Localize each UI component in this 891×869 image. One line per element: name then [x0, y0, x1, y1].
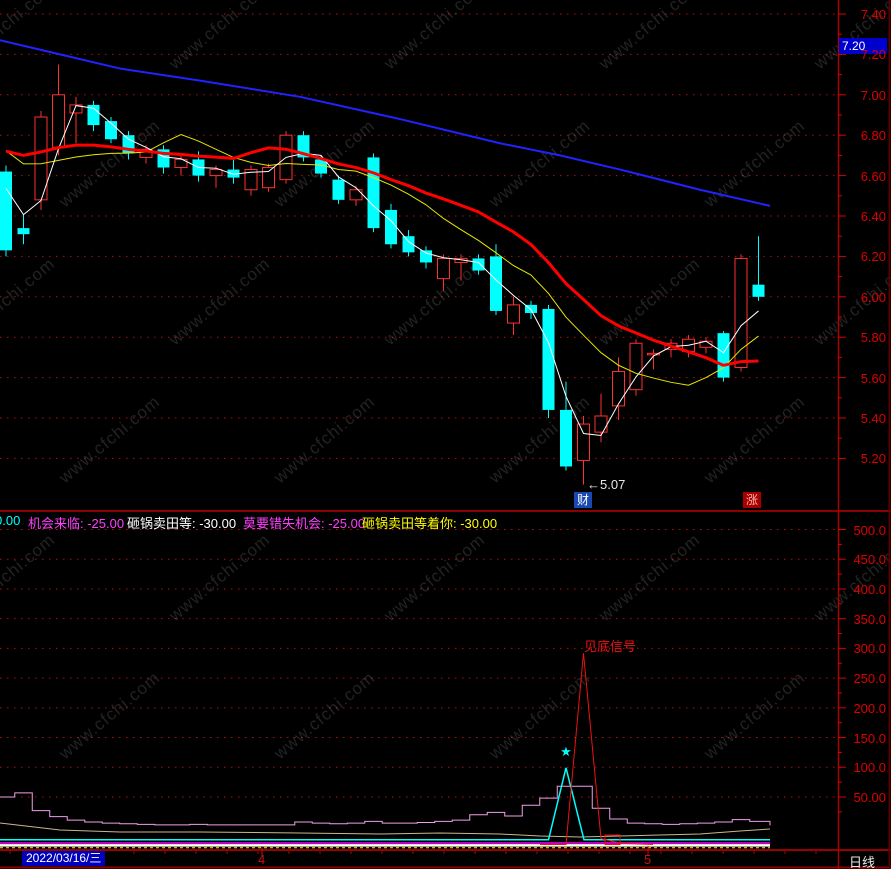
- price-axis-label: 7.40: [860, 7, 886, 22]
- candle-body-up: [437, 257, 450, 280]
- period-selector[interactable]: 日线: [849, 852, 875, 869]
- candle-body-up: [577, 423, 590, 461]
- candle-body-up: [349, 189, 363, 201]
- price-axis-label: 6.80: [860, 128, 886, 144]
- candle-body-up: [734, 257, 748, 369]
- low-price-annotation: ←5.07: [587, 477, 626, 492]
- corner-badge-cai[interactable]: 财: [574, 492, 592, 508]
- indicator-axis-label: 500.0: [853, 522, 886, 538]
- candle-body-down: [752, 284, 765, 297]
- price-axis-label: 7.00: [860, 87, 886, 103]
- candle-body-down: [472, 258, 485, 271]
- candle-body-down: [385, 209, 397, 245]
- candle-body-down: [367, 157, 380, 229]
- indicator-axis-label: 150.0: [853, 730, 886, 746]
- month-axis-label: 5: [644, 852, 652, 867]
- star-marker: ★: [560, 744, 572, 759]
- candle-body-down: [332, 179, 345, 200]
- candle-body-down: [560, 409, 572, 467]
- price-axis-label: 5.20: [860, 451, 886, 467]
- indicator-param-label: 砸锅卖田等着你: -30.00: [362, 516, 498, 531]
- candle-body-down: [105, 121, 117, 140]
- corner-badge-zhang[interactable]: 涨: [743, 492, 761, 508]
- price-axis-label: 5.40: [860, 411, 886, 426]
- indicator-axis-label: 100.0: [853, 760, 886, 776]
- candle-body-up: [594, 415, 608, 433]
- candle-body-up: [612, 371, 625, 407]
- indicator-axis-label: 450.0: [853, 552, 886, 568]
- price-axis-label: 6.40: [860, 209, 886, 224]
- price-axis-label: 6.20: [860, 249, 886, 265]
- month-axis-label: 4: [258, 852, 266, 867]
- indicator-axis-label: 350.0: [853, 611, 886, 627]
- indicator-axis-label: 250.0: [853, 671, 886, 687]
- indicator-param-label: 砸锅卖田等: -30.00: [127, 516, 237, 531]
- candle-body-down: [17, 228, 30, 235]
- candle-body-up: [262, 167, 275, 189]
- price-axis-label: 7.20: [860, 47, 886, 63]
- price-axis-label: 5.60: [860, 370, 886, 386]
- candle-body-down: [420, 250, 432, 263]
- indicator-param-label: 莫要错失机会: -25.00: [243, 516, 366, 531]
- indicator-axis-label: 50.00: [853, 789, 886, 805]
- price-axis-label: 6.00: [860, 289, 886, 305]
- bottom-signal-label: 见底信号: [584, 639, 637, 654]
- indicator-axis-label: 400.0: [853, 581, 886, 597]
- price-axis-label: 6.60: [860, 168, 886, 184]
- indicator-param-label: 0.00: [0, 513, 21, 528]
- candle-body-down: [717, 333, 730, 378]
- stock-chart-app: www.cfchi.com www.cfchi.com www.cfchi.com w…: [0, 0, 891, 869]
- indicator-axis-label: 200.0: [853, 700, 886, 716]
- indicator-axis-label: 300.0: [853, 641, 886, 657]
- status-date: 2022/03/16/三: [22, 851, 106, 866]
- indicator-param-label: 机会来临: -25.00: [28, 516, 125, 531]
- candle-body-up: [507, 304, 520, 324]
- chart-canvas[interactable]: www.cfchi.com www.cfchi.com www.cfchi.com w…: [0, 0, 891, 869]
- candle-body-down: [0, 171, 12, 251]
- price-axis-label: 5.80: [860, 330, 886, 346]
- candle-body-down: [542, 308, 555, 410]
- candle-body-up: [209, 169, 223, 177]
